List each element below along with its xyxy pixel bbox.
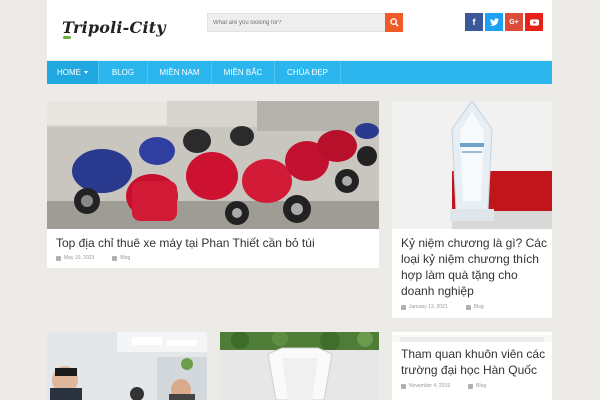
nav-mien-bac-label: MIỀN BẮC <box>223 68 263 77</box>
nav-home[interactable]: HOME <box>47 61 99 84</box>
facebook-icon[interactable]: f <box>465 13 483 31</box>
post-meta: November 4, 2019 Blog <box>401 383 486 389</box>
search-input[interactable] <box>208 14 386 31</box>
tag-icon <box>112 255 118 261</box>
nav-chua-dep[interactable]: CHÙA ĐẸP <box>275 61 341 84</box>
search-box <box>207 13 403 32</box>
main-nav: HOME BLOG MIỀN NAM MIỀN BẮC CHÙA ĐẸP <box>47 61 552 84</box>
post-card[interactable] <box>220 332 379 400</box>
calendar-icon <box>56 255 61 261</box>
post-title[interactable]: Kỷ niệm chương là gì? Các loại kỷ niệm c… <box>401 235 549 299</box>
post-title[interactable]: Tham quan khuôn viên các trường đại học … <box>401 346 549 378</box>
post-date: November 4, 2019 <box>409 383 451 389</box>
nav-home-label: HOME <box>57 68 81 77</box>
post-date: May 10, 2023 <box>64 255 95 261</box>
tag-icon <box>468 383 474 389</box>
nav-blog[interactable]: BLOG <box>99 61 148 84</box>
nav-mien-nam-label: MIỀN NAM <box>159 68 200 77</box>
post-thumbnail[interactable] <box>220 332 379 400</box>
post-thumbnail[interactable] <box>47 101 379 229</box>
post-card[interactable]: Kỷ niệm chương là gì? Các loại kỷ niệm c… <box>392 101 552 318</box>
post-card[interactable]: Top địa chỉ thuê xe máy tại Phan Thiết c… <box>47 101 379 268</box>
post-card[interactable] <box>47 332 207 400</box>
search-icon <box>389 18 399 27</box>
post-category[interactable]: Blog <box>474 304 484 310</box>
tag-icon <box>465 304 471 310</box>
nav-chua-dep-label: CHÙA ĐẸP <box>287 68 328 77</box>
post-thumbnail[interactable] <box>392 332 552 342</box>
post-meta: January 13, 2021 Blog <box>401 304 484 310</box>
nav-blog-label: BLOG <box>111 68 135 77</box>
post-title[interactable]: Top địa chỉ thuê xe máy tại Phan Thiết c… <box>56 236 371 251</box>
twitter-icon[interactable] <box>485 13 503 31</box>
site-logo[interactable]: Tripoli-City <box>62 18 166 37</box>
calendar-icon <box>401 304 406 310</box>
chevron-down-icon <box>84 71 88 75</box>
youtube-icon[interactable] <box>525 13 543 31</box>
post-card[interactable]: Tham quan khuôn viên các trường đại học … <box>392 332 552 400</box>
calendar-icon <box>401 383 406 389</box>
post-meta: May 10, 2023 Blog <box>56 255 130 261</box>
post-thumbnail[interactable] <box>47 332 207 400</box>
google-plus-icon[interactable]: G+ <box>505 13 523 31</box>
nav-mien-bac[interactable]: MIỀN BẮC <box>212 61 275 84</box>
logo-leaf-icon <box>63 36 71 39</box>
post-category[interactable]: Blog <box>120 255 130 261</box>
post-thumbnail[interactable] <box>392 101 552 229</box>
post-date: January 13, 2021 <box>409 304 448 310</box>
post-category[interactable]: Blog <box>476 383 486 389</box>
nav-mien-nam[interactable]: MIỀN NAM <box>148 61 212 84</box>
site-header: Tripoli-City f G+ <box>47 0 552 60</box>
search-button[interactable] <box>385 13 403 32</box>
